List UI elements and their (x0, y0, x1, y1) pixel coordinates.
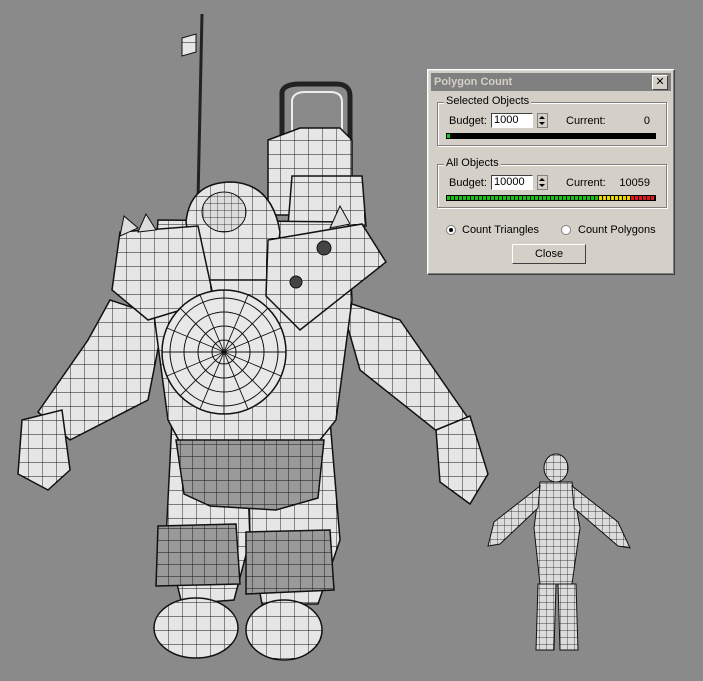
meter-segment (539, 196, 542, 200)
meter-segment (627, 196, 630, 200)
meter-segment (623, 196, 626, 200)
meter-segment (507, 196, 510, 200)
meter-segment (479, 196, 482, 200)
meter-segment (491, 196, 494, 200)
meter-segment (459, 196, 462, 200)
meter-segment (635, 196, 638, 200)
meter-segment (571, 196, 574, 200)
meter-segment (463, 196, 466, 200)
all-budget-input[interactable]: 10000 (491, 175, 533, 190)
armored-character-wireframe[interactable] (17, 13, 489, 661)
selected-budget-label: Budget: (449, 115, 487, 127)
all-budget-spinner[interactable] (537, 175, 548, 190)
close-icon[interactable]: ✕ (652, 75, 668, 90)
all-usage-meter (446, 195, 656, 201)
meter-segment (515, 196, 518, 200)
meter-segment (531, 196, 534, 200)
meter-segment (447, 196, 450, 200)
meter-segment (583, 196, 586, 200)
meter-segment (599, 196, 602, 200)
humanoid-character-wireframe[interactable] (487, 453, 631, 651)
meter-segment (603, 196, 606, 200)
dialog-titlebar[interactable]: Polygon Count ✕ (431, 73, 671, 91)
all-current-value: 10059 (619, 177, 650, 189)
spinner-up-icon[interactable] (539, 116, 545, 119)
meter-segment (503, 196, 506, 200)
meter-segment (611, 196, 614, 200)
meter-segment (499, 196, 502, 200)
meter-segment (615, 196, 618, 200)
close-button[interactable]: Close (512, 244, 586, 264)
meter-segment (543, 196, 546, 200)
meter-segment (579, 196, 582, 200)
meter-segment (451, 196, 454, 200)
meter-segment (547, 196, 550, 200)
selected-usage-meter (446, 133, 656, 139)
selected-usage-fill (447, 134, 450, 138)
all-budget-label: Budget: (449, 177, 487, 189)
meter-segment (651, 196, 654, 200)
meter-segment (535, 196, 538, 200)
meter-segment (619, 196, 622, 200)
meter-segment (471, 196, 474, 200)
meter-segment (567, 196, 570, 200)
spinner-down-icon[interactable] (539, 184, 545, 187)
meter-segment (519, 196, 522, 200)
meter-segment (631, 196, 634, 200)
all-current-label: Current: (566, 177, 606, 189)
selected-objects-group: Selected Objects Budget: 1000 Current: 0 (437, 95, 667, 146)
meter-segment (639, 196, 642, 200)
meter-segment (607, 196, 610, 200)
selected-budget-input[interactable]: 1000 (491, 113, 533, 128)
dialog-title: Polygon Count (434, 76, 513, 88)
meter-segment (551, 196, 554, 200)
meter-segment (483, 196, 486, 200)
meter-segment (475, 196, 478, 200)
count-triangles-radio[interactable] (446, 225, 456, 235)
selected-budget-spinner[interactable] (537, 113, 548, 128)
meter-segment (559, 196, 562, 200)
meter-segment (467, 196, 470, 200)
all-objects-group: All Objects Budget: 10000 Current: 10059 (437, 157, 667, 208)
spinner-up-icon[interactable] (539, 178, 545, 181)
selected-current-label: Current: (566, 115, 606, 127)
meter-segment (455, 196, 458, 200)
meter-segment (523, 196, 526, 200)
meter-segment (495, 196, 498, 200)
meter-segment (527, 196, 530, 200)
meter-segment (511, 196, 514, 200)
meter-segment (595, 196, 598, 200)
meter-segment (487, 196, 490, 200)
meter-segment (563, 196, 566, 200)
meter-segment (591, 196, 594, 200)
meter-segment (643, 196, 646, 200)
meter-segment (647, 196, 650, 200)
selected-objects-legend: Selected Objects (444, 95, 532, 107)
selected-current-value: 0 (643, 115, 650, 127)
count-polygons-radio[interactable] (561, 225, 571, 235)
meter-segment (575, 196, 578, 200)
polygon-count-dialog: Polygon Count ✕ Selected Objects Budget:… (427, 69, 675, 275)
count-triangles-label[interactable]: Count Triangles (462, 224, 539, 236)
all-objects-legend: All Objects (444, 157, 501, 169)
meter-segment (555, 196, 558, 200)
meter-segment (587, 196, 590, 200)
count-polygons-label[interactable]: Count Polygons (578, 224, 656, 236)
spinner-down-icon[interactable] (539, 122, 545, 125)
